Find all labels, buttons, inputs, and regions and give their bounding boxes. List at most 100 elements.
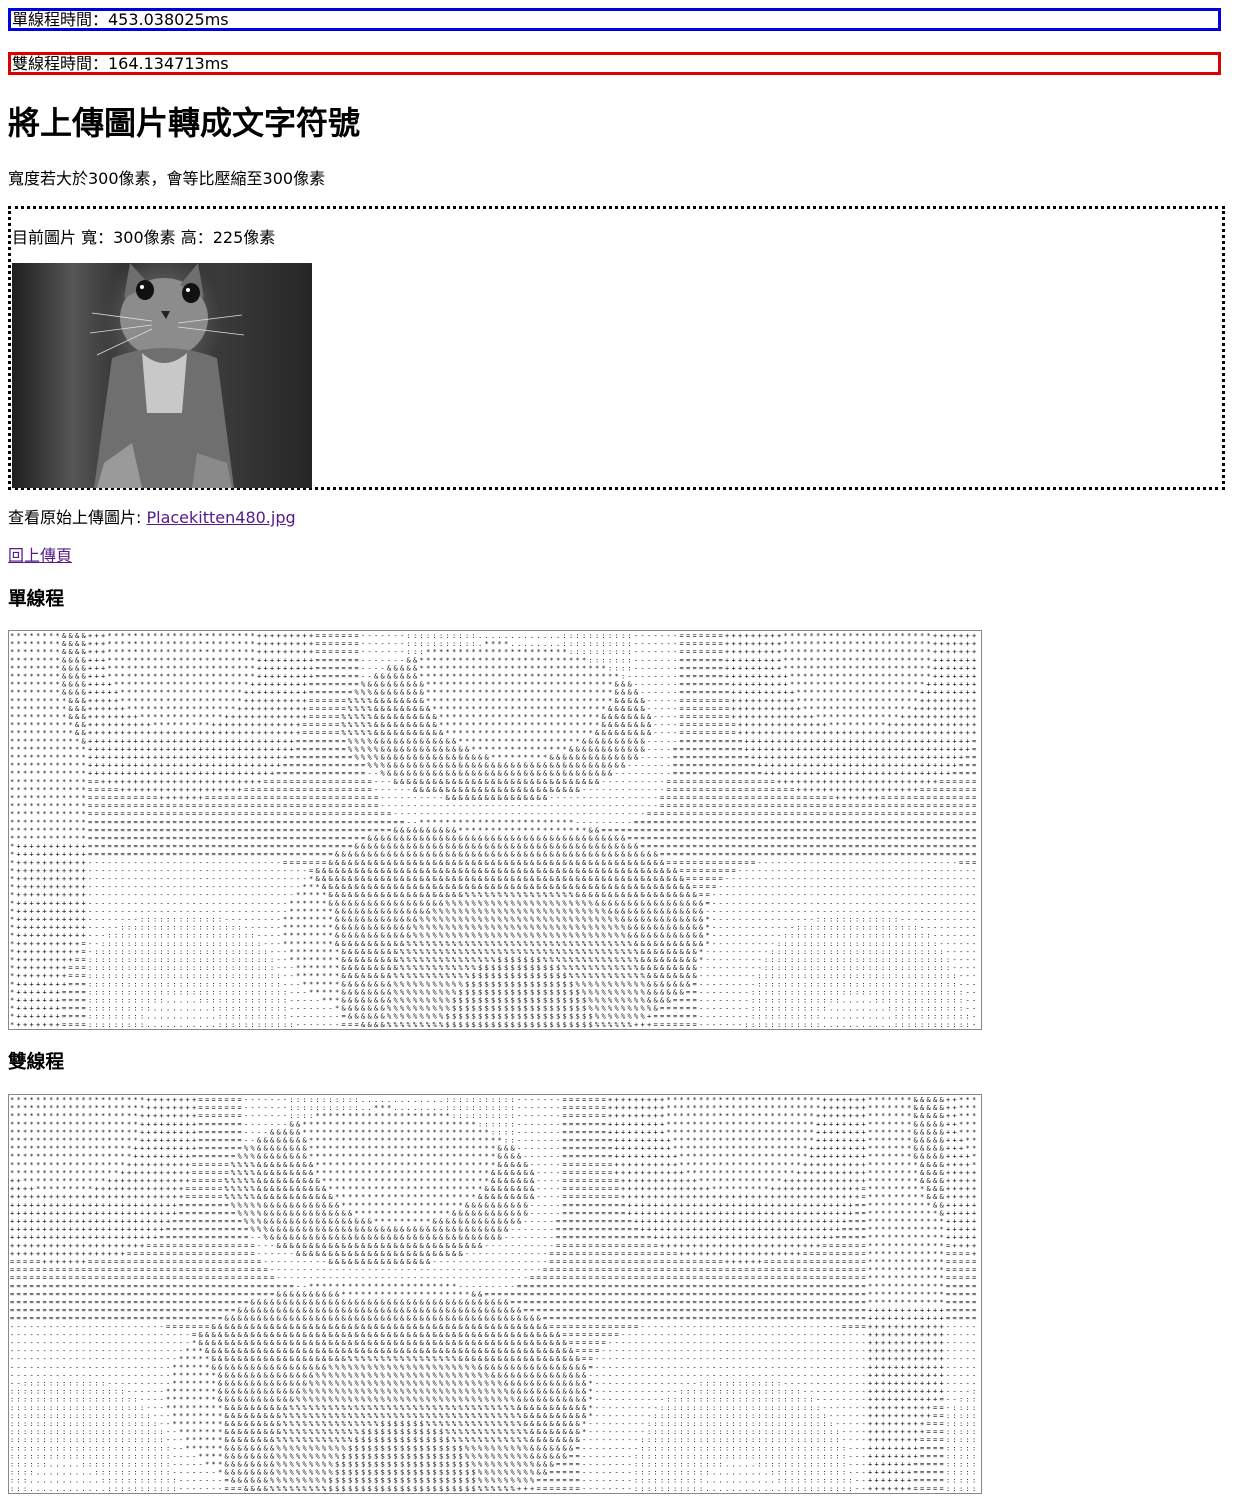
single-ascii-column: * * * * * * + + + + + + + + + + + + + = = = = = = = = = ---------:::… <box>927 632 931 1029</box>
single-ascii-column: :::: * * * * * * & & & & & & & & ------= & & & & & & & & &%%%%%%… <box>602 632 607 1029</box>
double-ascii-column: :: * * * * * * * * * * * * * & & & & & & --* * & & & & & & &%%%%%%%%… <box>355 1096 360 1493</box>
double-ascii-column: + + + + + + + + + + + + + + + + = = = = = = = = = = = = = -------* * * -… <box>166 1096 170 1493</box>
double-ascii-column: .. * * * * * * * * * * * * * * & & & & & --* * & & & & & & &%%%%%%%%… <box>394 1096 399 1493</box>
single-ascii-column: ::::: * * * * & & & & & & & & & ------= & & & & & & & & & &%%%%%… <box>608 632 613 1029</box>
double-ascii-column: ::: * * * * * * * * * * & & & & & & -----* & & & & & & & &%%%%%%%… <box>465 1096 470 1493</box>
double-ascii-column: = = = = = = = = = = = = = = = = = = = = = = = = = = = = = = = = & & & & & & & &… <box>576 1096 581 1493</box>
double-ascii-column: :: * * * * * * * * * * * * * & & & & & ---* * & & & & & & &%%%%%%%%… <box>446 1096 451 1493</box>
double-ascii-column: + + + + + + + + + + + + + + + + + = = = = = = = = = = = ------------… <box>836 1096 840 1493</box>
single-ascii-column: + + + + + + + + + + + + + + + + + + = = = = = = = = = = -----------:… <box>95 632 99 1029</box>
original-image-link[interactable]: Placekitten480.jpg <box>146 508 295 527</box>
double-ascii-column: + + + + + + + + + + + + + + + + + + = = = = = = = = = = ------------… <box>829 1096 833 1493</box>
single-ascii-column: * * * * * * + + + + + + + + + + + + + = = = = = = = = = ---------:::… <box>108 632 112 1029</box>
single-ascii-column: .. * * * * * * * * * * * * * * & & & & & --* * & & & & & & &%%%%%%%%… <box>537 632 542 1029</box>
back-link-line: 回上傳頁 <box>8 546 72 566</box>
double-ascii-column: :::: * * * * * * * * & & & & & & & -----& & & & & & & & & &%%%%%%… <box>478 1096 483 1493</box>
single-thread-ascii-art: * * * * * * * * * * * * * * * * * * * * * * * * * * * * * * * * * * * * * * * *… <box>8 630 982 1030</box>
double-ascii-column: * * * * * * * * * * * + + + + + + + + + = = = = = = = = -------:::::… <box>23 1096 27 1493</box>
single-ascii-column: . * * * * * * * * * * * * * * * & & & & & --* * & & & & & & &%%%%%%%%… <box>491 632 496 1029</box>
double-ascii-column: :::::: & & & & & & & & & & --------= = & & & & & & & & & & &%%%… <box>511 1096 516 1493</box>
double-ascii-column: + + + + + + + + + + + + + + + = = = = = = = = = = = = = = -----------… <box>849 1096 853 1493</box>
single-ascii-column: + + + + + + + + + + + + + + + + + = = = = = = = = = = = ------------… <box>953 632 957 1029</box>
single-ascii-column: = = = = = = =%%%%%%%%% = = = = = = = = = = & & & & & & & & & & & & & &… <box>355 632 360 1029</box>
double-ascii-column: .. * * * * * * * * * * * * * & & & & & ---* * & & & & & & &%%%%%%%%… <box>439 1096 444 1493</box>
double-ascii-column: = = = = = = = = = = = = = = = = = = = = = = = = = = = = = = & & & & & & & & & &… <box>563 1096 568 1493</box>
single-ascii-column: + + + + + + + + + + + + + + + + + + = = = = = = = = = = -----------:… <box>264 632 268 1029</box>
single-ascii-column: * * * * * * * * * * + + + + + + + + + + = = = = = = = = --------::::… <box>810 632 814 1029</box>
back-to-upload-link[interactable]: 回上傳頁 <box>8 546 72 565</box>
single-ascii-column: * * * * * * * * * + + + + + + + + + + + = = = = = = = = --------::::… <box>238 632 242 1029</box>
double-ascii-column: * * * * * * * * * * * + + + + + + + + + = = = = = = = = -------:::::… <box>777 1096 781 1493</box>
single-ascii-column: = = = = = = = = = = = = = = = = = = = = = = = = = = = & & & & & & & & & & & & *… <box>335 632 340 1029</box>
single-ascii-column: .. * * * * * * * * * * * * * * & & & & & --* * & & & & & & &%%%%%%%%… <box>524 632 529 1029</box>
single-ascii-column: :: * * * * * * * * * * * * * & & & & & & --* * & & & & & & &%%%%%%%%… <box>472 632 477 1029</box>
single-ascii-column: * * * * * * * * * + + + + + + + + + + + = = = = = = = = --------::::… <box>914 632 918 1029</box>
double-ascii-column: * * * * * * * * * * * * + + + + + + + + + = = = = = = = -------:::::… <box>62 1096 66 1493</box>
double-ascii-column: :: * * * * * * * * * * * * & & & & & & & --* * & & & & & & &%%%%%%%%… <box>348 1096 353 1493</box>
single-ascii-column: :::: * * * * * * * * * & & & & & & -----& & & & & & & & &%%%%%%%… <box>589 632 594 1029</box>
double-ascii-column: ------%%%%%%%%%%% -= = = = = = = & & & & & & & & & & & & & & &… <box>251 1096 256 1493</box>
double-ascii-column: * * * * * * * * * + + + + + + + + + + + = = = = = = = = --------::::… <box>680 1096 684 1493</box>
double-ascii-column: * * * * * * * * * * * * + + + + + + + + = = = = = = = = -------:::::… <box>712 1096 716 1493</box>
single-ascii-column: * * * * * * * * * * * * * * * * * * * * * * * * * * + + + + + + + + + + + + + +… <box>30 632 34 1029</box>
single-thread-timing: 單線程時間：453.038025ms <box>8 8 1221 31</box>
single-ascii-column: = = = = = = = = = =%%% = = = = = = = = = = = = = = & & & & & & & & & & & & &… <box>342 632 347 1029</box>
double-ascii-column: & & & & & & & & & & & & & & & * * * * * * * * * * * + + + + + + + + + + + = = =… <box>940 1096 945 1493</box>
double-ascii-column: ::: * * * * * * * * * * & & & & & & -----& & & & & & & & &%%%%%%%… <box>472 1096 477 1493</box>
single-ascii-column: --------------= = = = = = = = = = = = = = = & & & & & & & & & & &… <box>673 632 678 1029</box>
single-ascii-column: = = = = = = = = = = = = = = = = = = = = = = = = = = = = = = = = & & & & & & & &… <box>693 632 698 1029</box>
single-ascii-column: + + + + + + + + + + + + + + + + = = = = = = = = = = = = = -----------… <box>959 632 963 1029</box>
single-ascii-column: :::::: & & & & & & & & & & & -------= & & & & & & & & & & &%%%%… <box>621 632 626 1029</box>
double-ascii-column: ----& & & & & & & & & & & & & & ----= = = & & & & & & & & & & & & & & &… <box>270 1096 275 1493</box>
single-ascii-column: * * * * * * * * * * * * * * * * * * * * * * * * * * + + + + + + + + + + + + + +… <box>43 632 47 1029</box>
double-ascii-column: * * * * * * * * * * * * + + + + + + + + = = = = = = = = -------:::::… <box>36 1096 40 1493</box>
single-ascii-column: :: * * * * * * * * & & & & & & & & & & ---* & & & & & & & & & &%%%%%%… <box>433 632 438 1029</box>
single-ascii-column: * * * * * * * * * * * + + + + + + + + + = = = = = = = = -------:::::… <box>894 632 898 1029</box>
single-ascii-column: + + + + + + + + + + + + + + + + + + = = = = = = = = = = -----------:… <box>940 632 944 1029</box>
single-thread-ascii-canvas: * * * * * * * * * * * * * * * * * * * * * * * * * * * * * * * * * * * * * * * *… <box>10 632 976 1029</box>
single-ascii-column: .. * * * * * * * * * * * * * & & & & & ---* * & & & & & & &%%%%%%%%… <box>556 632 561 1029</box>
single-ascii-column: + + + + + + + + + + + + + + + + + + = = = = = = = = = = ------------… <box>946 632 950 1029</box>
double-ascii-column: = = = = = = = = = = = = = = = = = = = = = = = = = = = = = = = ---------… <box>602 1096 606 1493</box>
double-thread-heading: 雙線程 <box>8 1052 64 1074</box>
single-ascii-column: * * * * * * * * * * * * * * * * * * * * * * * * * * + + + + + + + + + + + + + +… <box>17 632 21 1029</box>
single-ascii-column: * * * * * * * * * * * * + + + + + + + + + = = = = = = = -------:::::… <box>855 632 859 1029</box>
double-ascii-column: * * * * * * * * + + + + + + + + + + + = = = = = = = = = ---------:::… <box>127 1096 131 1493</box>
double-ascii-column: * * * * * * * * * * * * + + + + + + + + + = = = = = = = -------:::::… <box>732 1096 736 1493</box>
double-ascii-column: + + + + + = = = = = = = = = = = = = = = = = = = = = = = = = ----------… <box>608 1096 612 1493</box>
single-ascii-column: * * * * * * * * * * + + + + + + + + + + = = = = = = = = --------::::… <box>901 632 905 1029</box>
image-dimensions-info: 目前圖片 寬：300像素 高：225像素 <box>12 228 275 248</box>
double-ascii-column: .. * * * * * * * * * * * * * * & & & & & --* * & & & & & & &%%%%%%%%… <box>413 1096 418 1493</box>
single-ascii-column: * * * * * * * + + + + + + + + + + + + = = = = = = = = = ---------:::… <box>114 632 118 1029</box>
single-ascii-column: * * * * * * * * * * * * + + + + + + + + + = = = = = = = -------:::::… <box>166 632 170 1029</box>
double-ascii-column: ---------------= = = = = = = = = = = = = = & & & & & & & & & & &… <box>556 1096 561 1493</box>
single-ascii-column: * * * * * * * * * * * * + + + + + + + + + = = = = = = = -------:::::… <box>192 632 196 1029</box>
double-ascii-column: + + + + + + + + + + + + + + + + = = = = = = = = = = = = = -----------… <box>842 1096 846 1493</box>
single-ascii-column: ::: & & & & & & & & & & & & & & & & -----& & & & & & & & & & & & & &%%… <box>407 632 412 1029</box>
single-ascii-column: ----& & & & & & & & & & & & & & & ----= & & & & & & & & & & & & & & & &… <box>394 632 399 1029</box>
single-ascii-column: * * * * * * * * * * * * + + + + + + + + + = = = = = = = -------:::::… <box>842 632 846 1029</box>
double-ascii-column: = = = = = = = = = = = = = = = = = = = = = = = = = = = = = = = & & & & & & & & &… <box>569 1096 574 1493</box>
single-ascii-column: . * * * * * * * * * * * * * * & & & & & & --* * & & & & & & &%%%%%%%%… <box>485 632 490 1029</box>
double-ascii-column: + + + + + + + + + + + + + = = = = = = = = = = = = = = = = -----------… <box>621 1096 625 1493</box>
single-ascii-column: * * * * * * * * * * * * + + + + + + + + + = = = = = = = -------:::::… <box>160 632 164 1029</box>
double-ascii-column: + + + + + + + + + + + = = = = = = = = = = = = = = = = = = --* * * * * * * * *… <box>186 1096 190 1493</box>
single-ascii-column: :: * * * * * * * * * * * * & & & & & & & --* * & & & & & & & &%%%%%%%… <box>459 632 464 1029</box>
single-ascii-column: * * * * * * * * * * + + + + + + + + + + = = = = = = = = --------::::… <box>907 632 911 1029</box>
single-ascii-column: * * * * * * * * * * * * * * * * * * * * * * * * * * + + + + + + + + + + + + + +… <box>56 632 60 1029</box>
single-ascii-column: * * * * * * * * * * * * + + + + + + + + = = = = = = = = -------:::::… <box>829 632 833 1029</box>
double-ascii-column: + + + + + + + + + + + + + + + + + + + = = = = = = = = = ----------::… <box>660 1096 664 1493</box>
single-ascii-column: ::: * * * & & & & & & & & & & & & & & ---* & & & & & & & & & & &%%%%%… <box>420 632 425 1029</box>
double-ascii-column: * * * * * + + + + + + + + + + + + + + = = = = = = = = = ---------:::… <box>667 1096 671 1493</box>
double-ascii-column: :: * * * * * * * * * * * & & & & & & & & --* & & & & & & & & &%%%%%%%… <box>335 1096 340 1493</box>
single-ascii-column: -----& & & & & & & & & & &%% ----= = = & & & & & & & & & & & & & & &… <box>381 632 386 1029</box>
single-ascii-column: :: * * * * * * * * * * * & & & & & & & & --* & & & & & & & & &%%%%%%%… <box>446 632 451 1029</box>
single-ascii-column: . * * * * * * * * * * * * * * * & & & & & --* * & & & & & & &%%%%%%%%… <box>504 632 509 1029</box>
single-ascii-column: * * * * * * * * * * + + + + + + + + + + = = = = = = = = --------::::… <box>225 632 229 1029</box>
double-ascii-column: ------%%%%%%%%%% = = = = = = = = = = & & & & & & & & & & & & & &… <box>244 1096 249 1493</box>
single-ascii-column: * * * * * * * * * * * * * * * * * * * * * * * * * * + + + + + + + + + + + + + +… <box>49 632 53 1029</box>
double-ascii-column: + + + + + + + + + + + + + + + + + + = = = = = = = = = = -----------:… <box>823 1096 827 1493</box>
double-ascii-column: * * * * * * * * * * * * * * * * * * * * * * * * * * + + + + + + + + + + + + + +… <box>894 1096 898 1493</box>
single-ascii-column: * * * * * * * * * * * * * * * * * * * * * * * * * * * * * * * * * * * * * * * *… <box>10 632 14 1029</box>
single-ascii-column: * * * * * * * * * * * * + + + + + + + + = = = = = = = = -------:::::… <box>153 632 157 1029</box>
